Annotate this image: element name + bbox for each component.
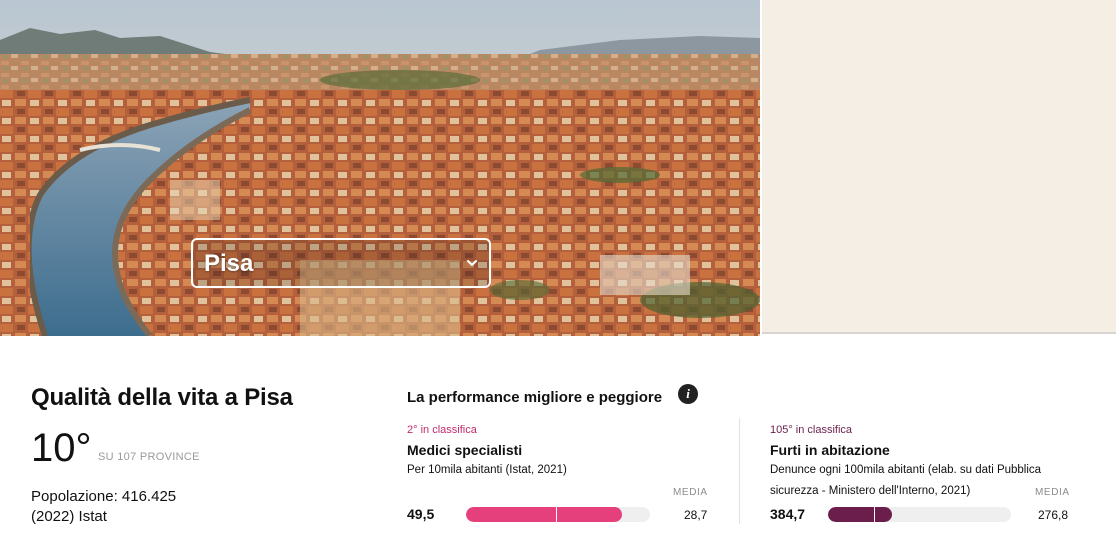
best-indicator-name: Medici specialisti bbox=[407, 442, 523, 458]
cards-divider bbox=[739, 418, 740, 524]
best-indicator-description: Per 10mila abitanti (Istat, 2021) bbox=[407, 464, 567, 476]
best-media-label: MEDIA bbox=[673, 487, 708, 498]
city-select-value: Pisa bbox=[204, 250, 254, 277]
worst-value: 384,7 bbox=[770, 506, 806, 522]
worst-rank: 105° in classifica bbox=[770, 424, 853, 436]
worst-media-label: MEDIA bbox=[1035, 487, 1070, 498]
performance-title: La performance migliore e peggiore bbox=[407, 389, 663, 406]
worst-progress-fill bbox=[828, 507, 893, 522]
hero-side-panel bbox=[762, 0, 1116, 334]
city-select[interactable]: Pisa bbox=[191, 238, 491, 288]
worst-average-marker bbox=[873, 507, 875, 522]
worst-average-value: 276,8 bbox=[1038, 508, 1069, 522]
worst-indicator-description: Denunce ogni 100mila abitanti (elab. su … bbox=[770, 464, 1042, 497]
info-icon[interactable]: i bbox=[678, 384, 698, 404]
best-progress-bar bbox=[466, 507, 650, 522]
best-rank: 2° in classifica bbox=[407, 424, 477, 436]
rank-note: SU 107 PROVINCE bbox=[98, 451, 200, 463]
hero-image: Pisa bbox=[0, 0, 760, 336]
chevron-down-icon bbox=[467, 260, 477, 266]
best-average-value: 28,7 bbox=[684, 508, 708, 522]
worst-progress-bar bbox=[828, 507, 1011, 522]
best-value: 49,5 bbox=[407, 506, 435, 522]
worst-indicator-name: Furti in abitazione bbox=[770, 442, 890, 458]
population-text: Popolazione: 416.425 (2022) Istat bbox=[31, 488, 177, 525]
best-progress-fill bbox=[466, 507, 623, 522]
page-title: Qualità della vita a Pisa bbox=[31, 384, 293, 411]
best-average-marker bbox=[556, 507, 558, 522]
overall-rank: 10° bbox=[31, 426, 92, 470]
